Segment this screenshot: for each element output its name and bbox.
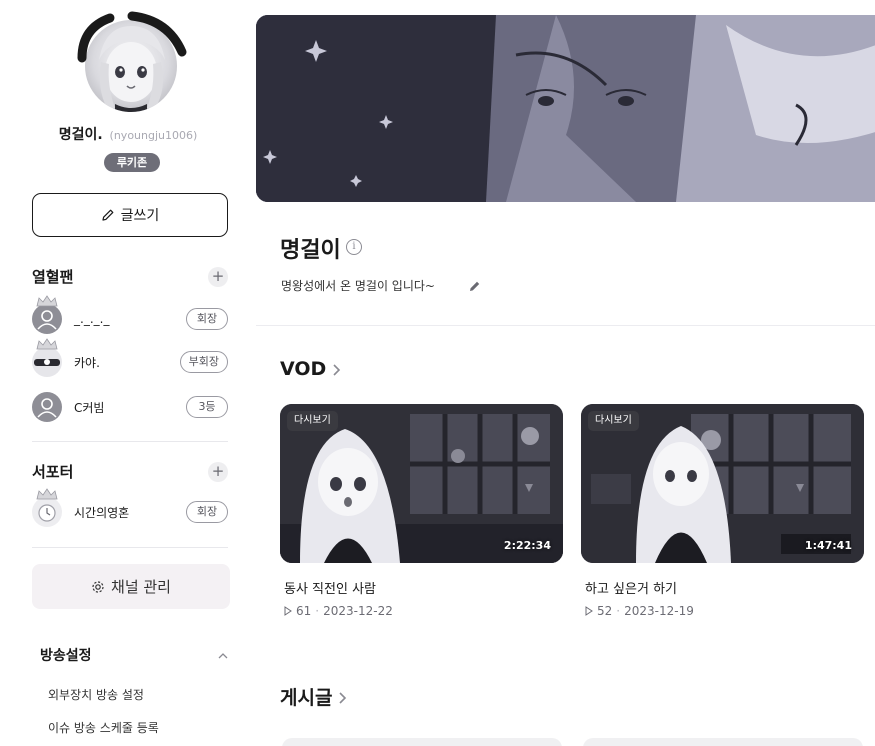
fan-name: _._._._	[74, 312, 110, 326]
profile-name-line: 명걸이. (nyoungju1006)	[0, 124, 256, 144]
fans-section-title: 열혈팬	[32, 268, 74, 286]
vod-meta: 61 · 2023-12-22	[284, 604, 563, 618]
sidebar: 명걸이. (nyoungju1006) 루키존 글쓰기 열혈팬 + _._._.…	[0, 0, 256, 746]
profile-name: 명걸이.	[58, 127, 103, 143]
supporter-role-badge: 회장	[186, 501, 228, 523]
supporters-section-title: 서포터	[32, 463, 74, 481]
posts-section-title: 게시글	[280, 687, 333, 709]
vod-card[interactable]: 다시보기 2:22:34 동사 직전인 사람 61 · 2023-12-22	[280, 404, 563, 618]
vod-section-header[interactable]: VOD	[280, 358, 342, 380]
divider	[32, 441, 228, 442]
channel-description: 명왕성에서 온 명걸이 입니다~	[281, 279, 435, 293]
external-device-settings-link[interactable]: 외부장치 방송 설정	[48, 686, 144, 703]
divider	[32, 547, 228, 548]
play-icon	[284, 606, 292, 616]
replay-badge: 다시보기	[287, 411, 338, 431]
edit-pencil-icon[interactable]	[468, 279, 482, 293]
channel-manage-button[interactable]: 채널 관리	[32, 564, 230, 609]
add-fan-button[interactable]: +	[208, 267, 228, 287]
crown-icon	[36, 295, 58, 307]
fan-row[interactable]: C커빔 3등	[32, 390, 228, 424]
fan-role-badge: 부회장	[179, 351, 228, 373]
replay-badge: 다시보기	[588, 411, 639, 431]
supporter-name: 시간의영혼	[74, 505, 130, 520]
vod-views: 52	[597, 604, 613, 618]
crown-icon	[36, 338, 58, 350]
clock-avatar	[32, 488, 62, 527]
vod-thumbnail[interactable]: 다시보기 1:47:41	[581, 404, 864, 563]
broadcast-schedule-link[interactable]: 이슈 방송 스케줄 등록	[48, 719, 159, 736]
vod-date: 2023-12-19	[624, 604, 694, 618]
profile-handle: (nyoungju1006)	[109, 129, 198, 142]
fan-row[interactable]: 카야. 부회장	[32, 338, 228, 379]
default-user-icon	[32, 392, 62, 422]
fan-row[interactable]: _._._._ 회장	[32, 295, 228, 336]
broadcast-settings-title[interactable]: 방송설정	[40, 645, 92, 665]
post-card[interactable]	[282, 738, 562, 746]
vod-section-title: VOD	[280, 358, 327, 380]
play-icon	[585, 606, 593, 616]
chevron-right-icon	[339, 691, 347, 704]
channel-banner	[256, 15, 875, 202]
vod-duration: 2:22:34	[503, 539, 551, 552]
fan-name: C커빔	[74, 400, 105, 415]
meta-separator: ·	[616, 604, 621, 618]
supporter-row[interactable]: 시간의영혼 회장	[32, 488, 228, 529]
info-icon[interactable]: i	[346, 239, 362, 255]
posts-section-header[interactable]: 게시글	[280, 683, 348, 710]
vod-meta: 52 · 2023-12-19	[585, 604, 864, 618]
character-avatar	[32, 338, 62, 377]
section-divider	[256, 325, 875, 326]
gear-icon	[92, 580, 104, 593]
vod-thumbnail[interactable]: 다시보기 2:22:34	[280, 404, 563, 563]
vod-title[interactable]: 하고 싶은거 하기	[585, 578, 864, 597]
write-post-label: 글쓰기	[120, 208, 160, 224]
post-card[interactable]	[583, 738, 863, 746]
channel-title: 명걸이	[280, 238, 341, 263]
rank-badge: 루키존	[104, 153, 160, 172]
meta-separator: ·	[315, 604, 320, 618]
fan-role-badge: 3등	[186, 396, 228, 418]
default-user-icon	[32, 295, 62, 334]
write-post-button[interactable]: 글쓰기	[32, 193, 228, 237]
chevron-right-icon	[333, 364, 341, 376]
channel-manage-label: 채널 관리	[111, 578, 171, 596]
vod-date: 2023-12-22	[323, 604, 393, 618]
chevron-up-icon[interactable]	[216, 649, 230, 663]
crown-icon	[36, 488, 58, 500]
fan-name: 카야.	[74, 355, 100, 370]
vod-views: 61	[296, 604, 312, 618]
pencil-icon	[102, 209, 114, 221]
add-supporter-button[interactable]: +	[208, 462, 228, 482]
vod-duration: 1:47:41	[804, 539, 852, 552]
vod-card[interactable]: 다시보기 1:47:41 하고 싶은거 하기 52 · 2023-12-19	[581, 404, 864, 618]
channel-avatar[interactable]	[85, 20, 177, 112]
vod-title[interactable]: 동사 직전인 사람	[284, 578, 563, 597]
fan-role-badge: 회장	[186, 308, 228, 330]
